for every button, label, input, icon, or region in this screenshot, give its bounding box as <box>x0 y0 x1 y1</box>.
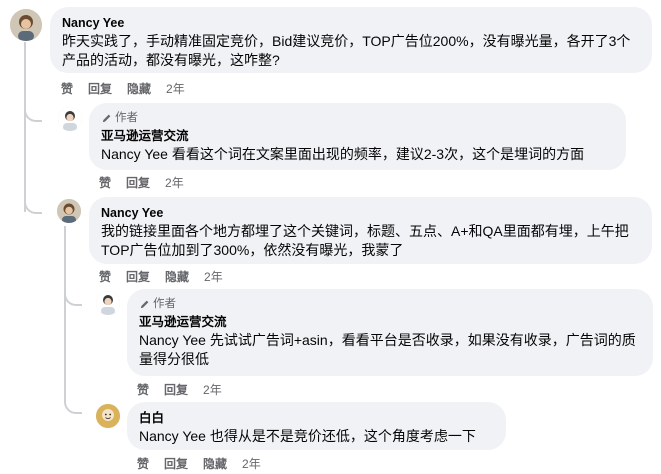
comment-text: Nancy Yee 也得从是不是竞价还低，这个角度考虑一下 <box>139 428 476 444</box>
comment-author[interactable]: Nancy Yee <box>101 205 640 221</box>
comment-text: 昨天实践了，手动精准固定竞价，Bid建议竞价，TOP广告位200%，没有曝光量，… <box>62 33 631 68</box>
comment-actions: 赞 回复 隐藏 2年 <box>99 268 223 285</box>
comment-bubble: Nancy Yee 我的链接里面各个地方都埋了这个关键词，标题、五点、A+和QA… <box>89 197 652 264</box>
avatar[interactable] <box>10 9 42 41</box>
avatar[interactable] <box>96 404 120 428</box>
thread-line-main <box>24 42 26 212</box>
comment-text: 我的链接里面各个地方都埋了这个关键词，标题、五点、A+和QA里面都有埋，上午把T… <box>101 223 629 258</box>
like-button[interactable]: 赞 <box>137 381 149 398</box>
thread-connector <box>24 104 42 122</box>
comment-author[interactable]: Nancy Yee <box>62 15 640 31</box>
comment-bubble: 作者 亚马逊运营交流 Nancy Yee 看看这个词在文案里面出现的频率，建议2… <box>89 103 626 170</box>
timestamp[interactable]: 2年 <box>204 268 223 285</box>
comment-bubble: 作者 亚马逊运营交流 Nancy Yee 先试试广告词+asin，看看平台是否收… <box>127 289 653 376</box>
author-badge-label: 作者 <box>115 112 138 124</box>
like-button[interactable]: 赞 <box>99 268 111 285</box>
comment-text: Nancy Yee 看看这个词在文案里面出现的频率，建议2-3次，这个是埋词的方… <box>101 146 585 162</box>
comment-author[interactable]: 亚马逊运营交流 <box>139 314 641 330</box>
timestamp[interactable]: 2年 <box>203 381 222 398</box>
hide-button[interactable]: 隐藏 <box>127 80 151 97</box>
comment-bubble: Nancy Yee 昨天实践了，手动精准固定竞价，Bid建议竞价，TOP广告位2… <box>50 7 652 73</box>
hide-button[interactable]: 隐藏 <box>165 268 189 285</box>
avatar[interactable] <box>58 107 82 131</box>
pencil-icon <box>140 300 149 309</box>
timestamp[interactable]: 2年 <box>165 174 184 191</box>
hide-button[interactable]: 隐藏 <box>203 455 227 472</box>
author-badge: 作者 <box>139 297 641 312</box>
reply-button[interactable]: 回复 <box>164 455 188 472</box>
thread-connector <box>24 196 42 214</box>
comment-actions: 赞 回复 2年 <box>137 381 222 398</box>
comment-actions: 赞 回复 隐藏 2年 <box>61 80 185 97</box>
timestamp[interactable]: 2年 <box>242 455 261 472</box>
comment-actions: 赞 回复 2年 <box>99 174 184 191</box>
comment-actions: 赞 回复 隐藏 2年 <box>137 455 261 472</box>
comment-author[interactable]: 亚马逊运营交流 <box>101 128 614 144</box>
comment-author[interactable]: 白白 <box>139 410 494 426</box>
avatar[interactable] <box>57 199 81 223</box>
reply-button[interactable]: 回复 <box>88 80 112 97</box>
reply-button[interactable]: 回复 <box>126 174 150 191</box>
comment-text: Nancy Yee 先试试广告词+asin，看看平台是否收录，如果没有收录，广告… <box>139 332 636 367</box>
pencil-icon <box>102 114 111 123</box>
timestamp[interactable]: 2年 <box>166 80 185 97</box>
like-button[interactable]: 赞 <box>137 455 149 472</box>
avatar[interactable] <box>96 291 120 315</box>
author-badge: 作者 <box>101 111 614 126</box>
thread-connector <box>64 288 82 306</box>
author-badge-label: 作者 <box>153 298 176 310</box>
like-button[interactable]: 赞 <box>99 174 111 191</box>
like-button[interactable]: 赞 <box>61 80 73 97</box>
comment-bubble: 白白 Nancy Yee 也得从是不是竞价还低，这个角度考虑一下 <box>127 402 506 450</box>
thread-connector <box>64 396 82 414</box>
reply-button[interactable]: 回复 <box>164 381 188 398</box>
thread-line-nested <box>64 226 66 398</box>
reply-button[interactable]: 回复 <box>126 268 150 285</box>
